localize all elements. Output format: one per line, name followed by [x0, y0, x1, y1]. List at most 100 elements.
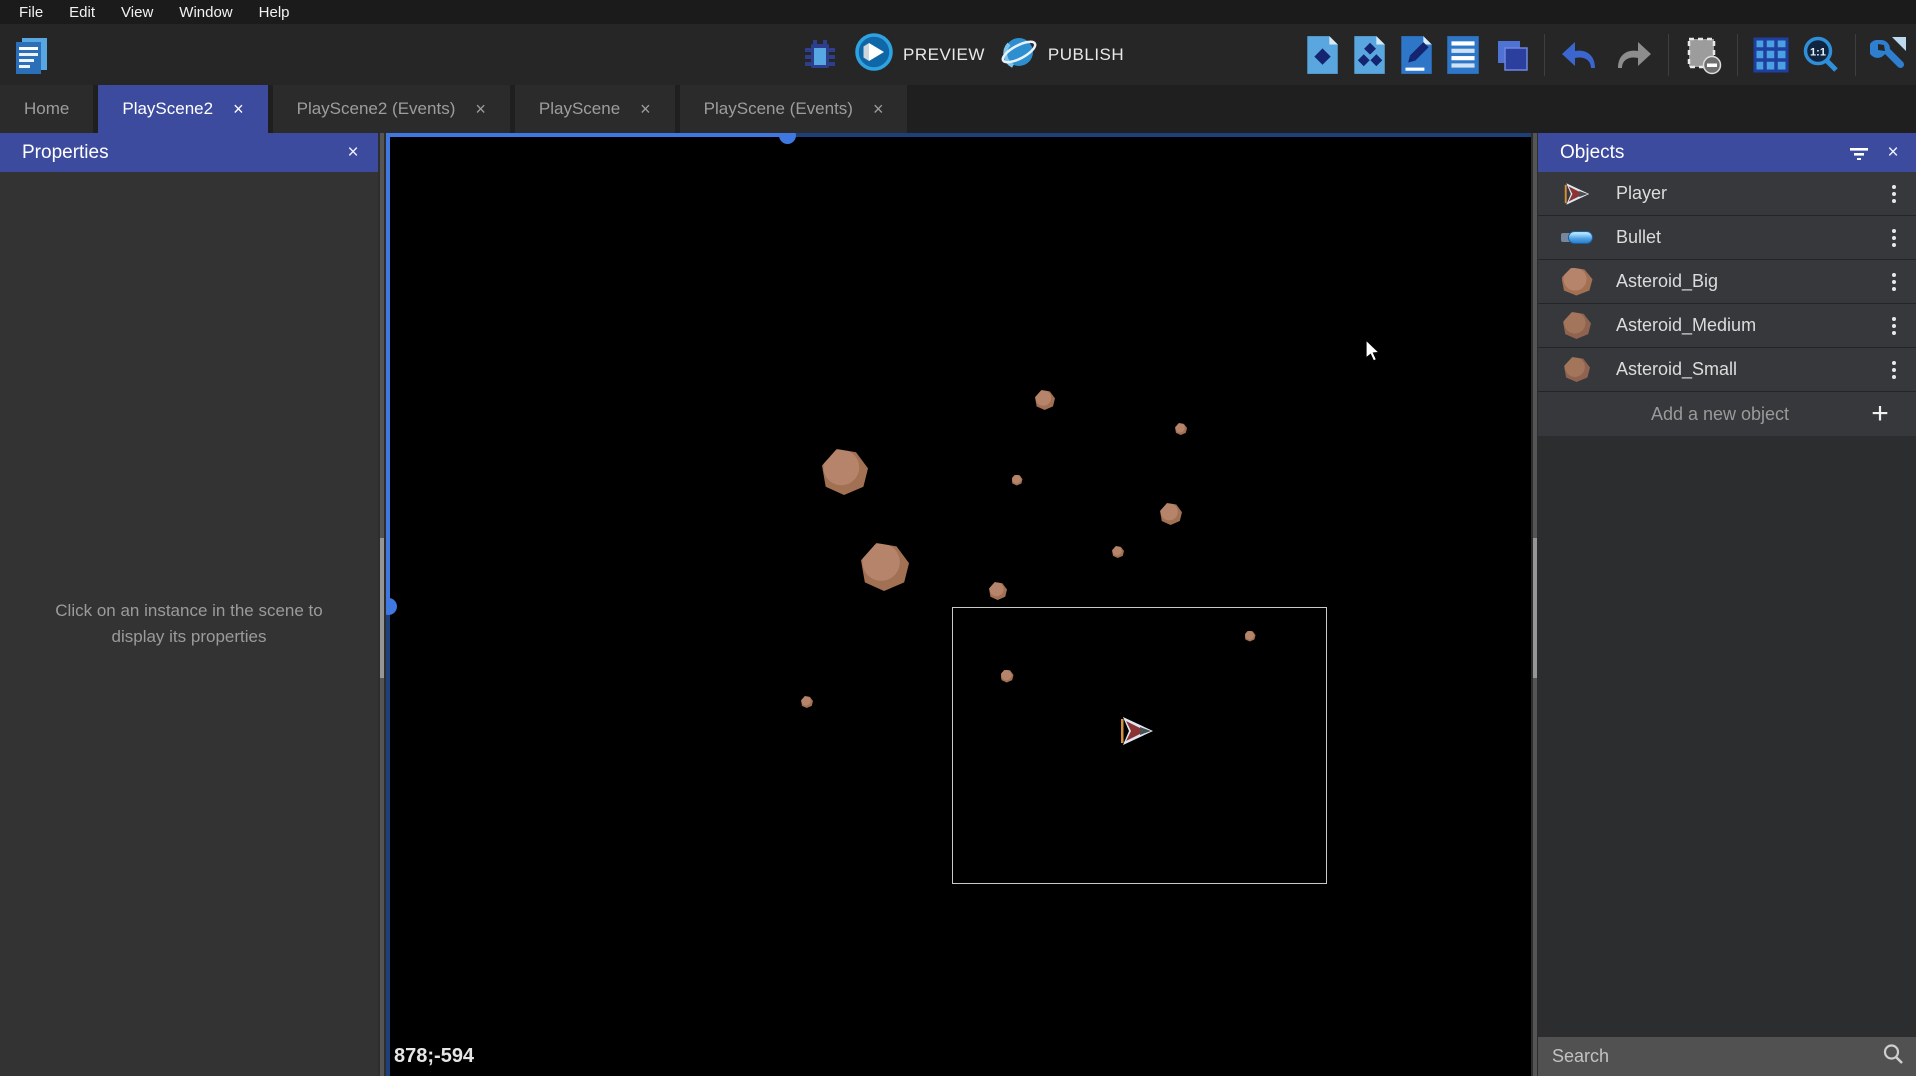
- object-label: Asteroid_Medium: [1616, 315, 1872, 336]
- v-scroll-track-bottom[interactable]: [386, 606, 390, 1076]
- menu-view[interactable]: View: [110, 2, 164, 23]
- asteroid_small-instance[interactable]: [1112, 546, 1124, 558]
- tab-playscene2-events[interactable]: PlayScene2 (Events) ×: [273, 85, 510, 133]
- close-icon[interactable]: ×: [336, 136, 370, 170]
- toolbar-separator: [1855, 34, 1856, 76]
- debug-icon[interactable]: [800, 35, 840, 75]
- object-label: Asteroid_Big: [1616, 271, 1872, 292]
- asteroid-icon: [1538, 312, 1616, 339]
- mouse-cursor: [1365, 339, 1385, 368]
- redo-icon[interactable]: [1612, 35, 1654, 75]
- tab-label: PlayScene2 (Events): [297, 99, 456, 119]
- close-icon[interactable]: ×: [640, 100, 651, 118]
- panel-resize-handle-right[interactable]: [1531, 133, 1538, 1076]
- add-new-object-button[interactable]: Add a new object +: [1538, 392, 1916, 436]
- scene-canvas[interactable]: 878;-594: [386, 133, 1531, 1076]
- properties-title: Properties: [22, 142, 336, 164]
- h-scroll-track-left[interactable]: [386, 133, 787, 137]
- player-ship-icon: [1538, 181, 1616, 207]
- menu-help[interactable]: Help: [248, 2, 301, 23]
- h-scroll-track-right[interactable]: [787, 133, 1531, 137]
- tab-playscene[interactable]: PlayScene ×: [515, 85, 675, 133]
- v-scroll-thumb[interactable]: [386, 598, 397, 615]
- object-label: Player: [1616, 183, 1872, 204]
- preview-label: PREVIEW: [903, 45, 985, 65]
- scene-properties-icon[interactable]: [1398, 34, 1434, 76]
- toolbar-separator: [1737, 34, 1738, 76]
- svg-text:1:1: 1:1: [1810, 46, 1826, 58]
- object-row-asteroid-medium[interactable]: Asteroid_Medium: [1538, 304, 1916, 348]
- cursor-coordinates-label: 878;-594: [394, 1045, 474, 1068]
- object-label: Bullet: [1616, 227, 1872, 248]
- tab-label: PlayScene (Events): [704, 99, 853, 119]
- asteroid_small-instance[interactable]: [1012, 475, 1023, 486]
- preview-button[interactable]: PREVIEW: [854, 32, 985, 77]
- player-ship-instance[interactable]: [1118, 714, 1156, 753]
- panel-resize-handle-left[interactable]: [378, 133, 386, 1076]
- asteroid-icon: [1538, 268, 1616, 296]
- filter-icon[interactable]: [1842, 136, 1876, 170]
- zoom-1-1-icon[interactable]: 1:1: [1801, 34, 1841, 76]
- objects-panel-header: Objects ×: [1538, 133, 1916, 172]
- objects-search-bar: [1538, 1037, 1916, 1076]
- asteroid_medium-instance[interactable]: [1035, 390, 1055, 410]
- editor-tab-bar: Home PlayScene2 × PlayScene2 (Events) × …: [0, 85, 1916, 133]
- menu-file[interactable]: File: [8, 2, 54, 23]
- object-row-player[interactable]: Player: [1538, 172, 1916, 216]
- properties-panel: Properties × Click on an instance in the…: [0, 133, 378, 1076]
- kebab-menu-icon[interactable]: [1872, 185, 1916, 203]
- menu-bar: File Edit View Window Help: [0, 0, 1916, 24]
- asteroid_medium-instance[interactable]: [989, 582, 1007, 600]
- toolbar-separator: [1668, 34, 1669, 76]
- layers-icon[interactable]: [1492, 35, 1530, 75]
- asteroid_medium-instance[interactable]: [1160, 503, 1182, 525]
- h-scroll-thumb[interactable]: [779, 133, 796, 144]
- object-label: Asteroid_Small: [1616, 359, 1872, 380]
- settings-wrench-icon[interactable]: [1870, 34, 1910, 76]
- project-manager-icon[interactable]: [8, 32, 54, 78]
- object-row-bullet[interactable]: Bullet: [1538, 216, 1916, 260]
- asteroid_small-instance[interactable]: [1175, 423, 1187, 435]
- publish-label: PUBLISH: [1048, 45, 1124, 65]
- tab-playscene-events[interactable]: PlayScene (Events) ×: [680, 85, 908, 133]
- add-object-label: Add a new object: [1538, 404, 1858, 425]
- close-icon[interactable]: ×: [1876, 136, 1910, 170]
- tab-label: PlayScene2: [122, 99, 213, 119]
- gdevelop-window: File Edit View Window Help: [0, 0, 1916, 1076]
- asteroid_big-instance[interactable]: [822, 449, 868, 495]
- menu-window[interactable]: Window: [168, 2, 243, 23]
- kebab-menu-icon[interactable]: [1872, 273, 1916, 291]
- bullet-icon: [1538, 231, 1616, 244]
- tab-playscene2[interactable]: PlayScene2 ×: [98, 85, 267, 133]
- undo-icon[interactable]: [1559, 35, 1601, 75]
- menu-edit[interactable]: Edit: [58, 2, 106, 23]
- object-groups-icon[interactable]: [1351, 34, 1387, 76]
- instances-list-icon[interactable]: [1445, 34, 1481, 76]
- plus-icon: +: [1858, 399, 1902, 429]
- properties-placeholder-text: Click on an instance in the scene to dis…: [44, 598, 334, 651]
- search-icon: [1882, 1043, 1904, 1070]
- tab-home[interactable]: Home: [0, 85, 93, 133]
- launch-group: PREVIEW PUBLISH: [800, 24, 1124, 85]
- kebab-menu-icon[interactable]: [1872, 361, 1916, 379]
- search-input[interactable]: [1550, 1045, 1882, 1068]
- kebab-menu-icon[interactable]: [1872, 229, 1916, 247]
- close-icon[interactable]: ×: [475, 100, 486, 118]
- object-row-asteroid-small[interactable]: Asteroid_Small: [1538, 348, 1916, 392]
- tab-label: Home: [24, 99, 69, 119]
- close-icon[interactable]: ×: [873, 100, 884, 118]
- divider-grip: [1533, 538, 1537, 678]
- kebab-menu-icon[interactable]: [1872, 317, 1916, 335]
- v-scroll-track-top[interactable]: [386, 133, 390, 606]
- delete-instances-icon[interactable]: [1683, 34, 1723, 76]
- properties-body: Click on an instance in the scene to dis…: [0, 172, 378, 1076]
- grid-icon[interactable]: [1752, 35, 1790, 75]
- preview-play-icon: [854, 32, 894, 77]
- objects-editor-icon[interactable]: [1304, 34, 1340, 76]
- properties-panel-header: Properties ×: [0, 133, 378, 172]
- publish-button[interactable]: PUBLISH: [999, 32, 1124, 77]
- close-icon[interactable]: ×: [233, 100, 244, 118]
- asteroid_big-instance[interactable]: [861, 543, 909, 591]
- asteroid_small-instance[interactable]: [801, 696, 813, 708]
- object-row-asteroid-big[interactable]: Asteroid_Big: [1538, 260, 1916, 304]
